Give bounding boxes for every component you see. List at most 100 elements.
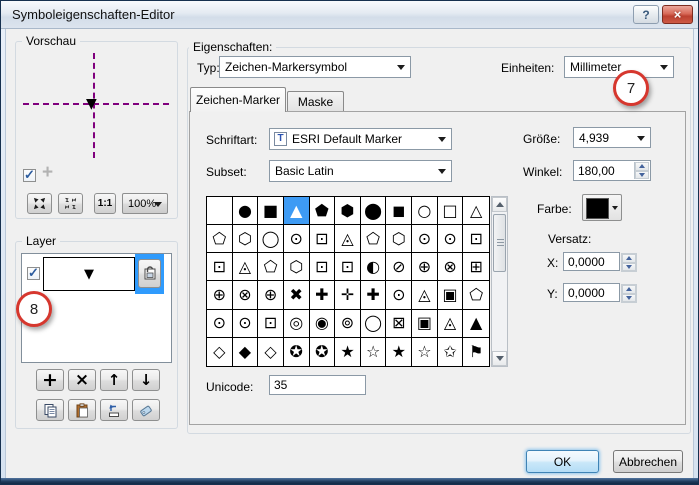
glyph-cell[interactable]: ▲ xyxy=(463,310,489,338)
glyph-cell[interactable]: ● xyxy=(233,197,259,225)
spin-down-button[interactable] xyxy=(635,171,649,180)
y-spinner[interactable]: 0,0000 xyxy=(563,283,620,302)
spin-up-button[interactable] xyxy=(622,254,636,263)
glyph-cell[interactable]: ◆ xyxy=(233,338,259,366)
schriftart-dropdown[interactable]: T ESRI Default Marker xyxy=(269,128,452,150)
glyph-cell[interactable]: ✖ xyxy=(284,281,310,309)
move-layer-down-button[interactable]: ↓ xyxy=(132,369,160,391)
tab-zeichen-marker[interactable]: Zeichen-Marker xyxy=(190,87,286,112)
glyph-cell[interactable]: ⊡ xyxy=(335,253,361,281)
glyph-cell[interactable]: □ xyxy=(438,197,464,225)
glyph-cell[interactable]: ⊗ xyxy=(438,253,464,281)
glyph-cell[interactable]: ⊡ xyxy=(207,253,233,281)
glyph-cell[interactable]: ⊙ xyxy=(207,310,233,338)
glyph-grid[interactable]: ●■▲⬟⬢⬤◼○□△⬠⬡◯⊙⊡◬⬠⬡⊙⊙⊡⊡◬⬠⬡⊡⊡◐⊘⊕⊗⊞⊕⊗⊕✖✚✛✚⊙… xyxy=(206,196,490,367)
spin-up-button[interactable] xyxy=(622,285,636,294)
glyph-cell[interactable]: ⬟ xyxy=(310,197,336,225)
glyph-cell[interactable]: ⊕ xyxy=(412,253,438,281)
glyph-cell[interactable]: ✪ xyxy=(284,338,310,366)
glyph-cell[interactable]: ⊙ xyxy=(438,225,464,253)
glyph-cell[interactable]: ▲ xyxy=(284,197,310,225)
glyph-cell[interactable]: ⊠ xyxy=(386,310,412,338)
x-spinner[interactable]: 0,0000 xyxy=(563,252,620,271)
glyph-cell[interactable]: ◬ xyxy=(438,310,464,338)
glyph-scrollbar[interactable] xyxy=(491,196,508,367)
glyph-cell[interactable]: ◐ xyxy=(361,253,387,281)
glyph-cell[interactable]: ⊡ xyxy=(310,225,336,253)
copy-layer-button[interactable] xyxy=(36,399,64,421)
glyph-cell[interactable]: ⊡ xyxy=(310,253,336,281)
glyph-cell[interactable]: ✚ xyxy=(361,281,387,309)
glyph-cell[interactable]: ⊚ xyxy=(335,310,361,338)
glyph-cell[interactable]: ⬡ xyxy=(386,225,412,253)
glyph-cell[interactable]: ⊘ xyxy=(386,253,412,281)
layer-visible-checkbox[interactable]: ✓ xyxy=(27,267,40,280)
scroll-down-button[interactable] xyxy=(492,351,507,366)
zoom-full-extent-button[interactable] xyxy=(58,193,83,214)
cancel-button[interactable]: Abbrechen xyxy=(613,450,683,473)
glyph-cell[interactable]: ◇ xyxy=(258,338,284,366)
glyph-cell[interactable]: ⊗ xyxy=(233,281,259,309)
glyph-cell[interactable]: ✛ xyxy=(335,281,361,309)
typ-dropdown[interactable]: Zeichen-Markersymbol xyxy=(219,56,411,78)
glyph-cell[interactable]: ⊙ xyxy=(386,281,412,309)
zoom-to-center-button[interactable] xyxy=(27,193,52,214)
titlebar[interactable]: Symboleigenschaften-Editor ? × xyxy=(1,1,698,29)
spin-down-button[interactable] xyxy=(622,294,636,303)
glyph-cell[interactable]: ⬠ xyxy=(258,253,284,281)
glyph-cell[interactable]: ⊙ xyxy=(412,225,438,253)
glyph-cell[interactable]: ☆ xyxy=(412,338,438,366)
glyph-cell[interactable]: ◯ xyxy=(258,225,284,253)
close-button[interactable]: × xyxy=(662,5,693,24)
layer-lock-button[interactable] xyxy=(138,259,161,288)
zoom-level-dropdown[interactable]: 100% xyxy=(122,193,168,214)
glyph-cell[interactable]: ⊡ xyxy=(258,310,284,338)
glyph-cell[interactable]: ⊙ xyxy=(284,225,310,253)
glyph-cell[interactable]: ◬ xyxy=(335,225,361,253)
glyph-cell[interactable]: ✚ xyxy=(310,281,336,309)
glyph-cell[interactable]: ⊡ xyxy=(463,225,489,253)
tab-maske[interactable]: Maske xyxy=(287,91,344,112)
glyph-cell[interactable]: ⬡ xyxy=(284,253,310,281)
glyph-cell[interactable]: ▣ xyxy=(412,310,438,338)
scroll-thumb[interactable] xyxy=(493,214,506,272)
glyph-cell[interactable]: ○ xyxy=(412,197,438,225)
glyph-cell[interactable]: ⊕ xyxy=(207,281,233,309)
glyph-cell[interactable]: ■ xyxy=(258,197,284,225)
glyph-cell[interactable]: ◬ xyxy=(412,281,438,309)
glyph-cell[interactable]: ✩ xyxy=(438,338,464,366)
glyph-cell[interactable]: ◼ xyxy=(386,197,412,225)
glyph-cell[interactable]: ◯ xyxy=(361,310,387,338)
glyph-cell[interactable]: ⬢ xyxy=(335,197,361,225)
glyph-cell[interactable] xyxy=(207,197,233,225)
glyph-cell[interactable]: ⊙ xyxy=(233,310,259,338)
preview-visible-checkbox[interactable]: ✓ xyxy=(23,169,36,182)
glyph-cell[interactable]: ◉ xyxy=(310,310,336,338)
glyph-cell[interactable]: ⬠ xyxy=(361,225,387,253)
unicode-input[interactable]: 35 xyxy=(269,375,366,395)
glyph-cell[interactable]: ◇ xyxy=(207,338,233,366)
glyph-cell[interactable]: ★ xyxy=(335,338,361,366)
layer-row[interactable]: ✓ ▼ xyxy=(22,254,171,294)
glyph-cell[interactable]: ⬡ xyxy=(233,225,259,253)
glyph-cell[interactable]: ⚑ xyxy=(463,338,489,366)
groesse-dropdown[interactable]: 4,939 xyxy=(573,127,651,148)
glyph-cell[interactable]: ⬠ xyxy=(463,281,489,309)
glyph-cell[interactable]: ✪ xyxy=(310,338,336,366)
glyph-cell[interactable]: ◎ xyxy=(284,310,310,338)
delete-layer-button[interactable]: × xyxy=(68,369,96,391)
tag-button[interactable] xyxy=(132,399,160,421)
return-arrow-button[interactable] xyxy=(100,399,128,421)
glyph-cell[interactable]: ★ xyxy=(386,338,412,366)
glyph-cell[interactable]: ☆ xyxy=(361,338,387,366)
glyph-cell[interactable]: ◬ xyxy=(233,253,259,281)
subset-dropdown[interactable]: Basic Latin xyxy=(269,160,452,182)
glyph-cell[interactable]: ⊞ xyxy=(463,253,489,281)
move-layer-up-button[interactable]: ↑ xyxy=(100,369,128,391)
glyph-cell[interactable]: ⊕ xyxy=(258,281,284,309)
scroll-up-button[interactable] xyxy=(492,197,507,212)
add-layer-button[interactable]: + xyxy=(36,369,64,391)
glyph-cell[interactable]: ⬠ xyxy=(207,225,233,253)
glyph-cell[interactable]: ▣ xyxy=(438,281,464,309)
glyph-cell[interactable]: ⬤ xyxy=(361,197,387,225)
